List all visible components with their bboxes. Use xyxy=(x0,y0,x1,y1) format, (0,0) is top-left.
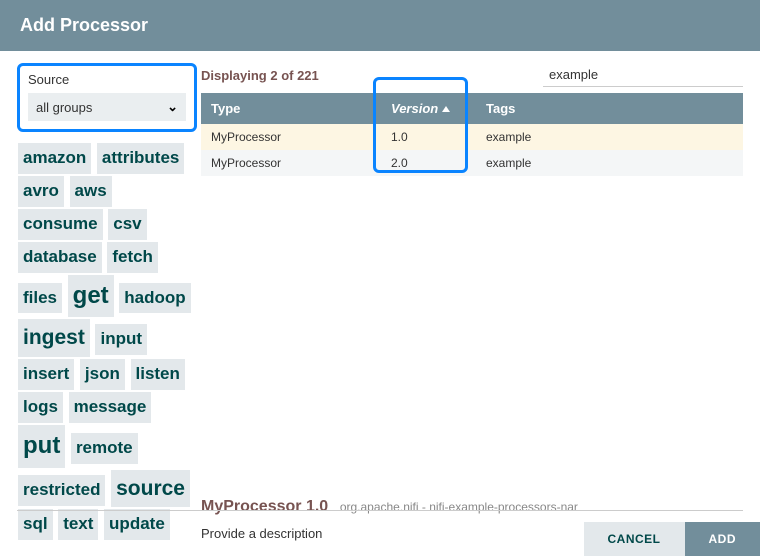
tag-input[interactable]: input xyxy=(95,324,147,355)
tag-restricted[interactable]: restricted xyxy=(18,475,105,506)
tag-message[interactable]: message xyxy=(69,392,152,423)
dialog-title: Add Processor xyxy=(0,0,760,51)
table-body: MyProcessor1.0exampleMyProcessor2.0examp… xyxy=(201,124,743,176)
table-row[interactable]: MyProcessor1.0example xyxy=(201,124,743,150)
col-version-header[interactable]: Version xyxy=(381,93,476,124)
col-type-header[interactable]: Type xyxy=(201,93,381,124)
table-row[interactable]: MyProcessor2.0example xyxy=(201,150,743,176)
result-count: Displaying 2 of 221 xyxy=(201,68,319,83)
footer-divider xyxy=(17,510,743,511)
tag-source[interactable]: source xyxy=(111,470,190,508)
tag-text[interactable]: text xyxy=(58,509,98,540)
source-label: Source xyxy=(28,72,186,87)
cell-version: 1.0 xyxy=(381,124,476,150)
tag-insert[interactable]: insert xyxy=(18,359,74,390)
tag-listen[interactable]: listen xyxy=(131,359,185,390)
tag-files[interactable]: files xyxy=(18,283,62,314)
source-dropdown-value: all groups xyxy=(36,100,92,115)
cell-tags: example xyxy=(476,124,743,150)
tag-aws[interactable]: aws xyxy=(70,176,112,207)
table-header: Type Version Tags xyxy=(201,93,743,124)
tag-consume[interactable]: consume xyxy=(18,209,103,240)
tag-amazon[interactable]: amazon xyxy=(18,143,91,174)
tag-update[interactable]: update xyxy=(104,509,170,540)
col-tags-header[interactable]: Tags xyxy=(476,93,743,124)
sort-asc-icon xyxy=(442,106,450,112)
tag-fetch[interactable]: fetch xyxy=(107,242,158,273)
tag-remote[interactable]: remote xyxy=(71,433,138,464)
source-dropdown[interactable]: all groups ⌄ xyxy=(28,93,186,121)
cell-version: 2.0 xyxy=(381,150,476,176)
tag-attributes[interactable]: attributes xyxy=(97,143,184,174)
tag-json[interactable]: json xyxy=(80,359,125,390)
col-version-label: Version xyxy=(391,101,438,116)
tag-database[interactable]: database xyxy=(18,242,102,273)
tag-sql[interactable]: sql xyxy=(18,509,53,540)
cancel-button[interactable]: CANCEL xyxy=(584,522,685,556)
source-panel: Source all groups ⌄ xyxy=(17,63,197,132)
tag-cloud: amazon attributes avro aws consume csv d… xyxy=(17,142,197,541)
chevron-down-icon: ⌄ xyxy=(167,99,178,115)
add-button[interactable]: ADD xyxy=(685,522,760,556)
search-input[interactable] xyxy=(543,63,743,87)
tag-avro[interactable]: avro xyxy=(18,176,64,207)
tag-put[interactable]: put xyxy=(18,425,65,468)
tag-csv[interactable]: csv xyxy=(108,209,146,240)
cell-type: MyProcessor xyxy=(201,124,381,150)
tag-ingest[interactable]: ingest xyxy=(18,319,90,357)
tag-logs[interactable]: logs xyxy=(18,392,63,423)
cell-type: MyProcessor xyxy=(201,150,381,176)
selected-processor-name: MyProcessor 1.0 xyxy=(201,498,328,515)
tag-hadoop[interactable]: hadoop xyxy=(119,283,190,314)
tag-get[interactable]: get xyxy=(68,275,114,318)
cell-tags: example xyxy=(476,150,743,176)
selected-processor-bundle: org.apache.nifi - nifi-example-processor… xyxy=(340,500,578,514)
